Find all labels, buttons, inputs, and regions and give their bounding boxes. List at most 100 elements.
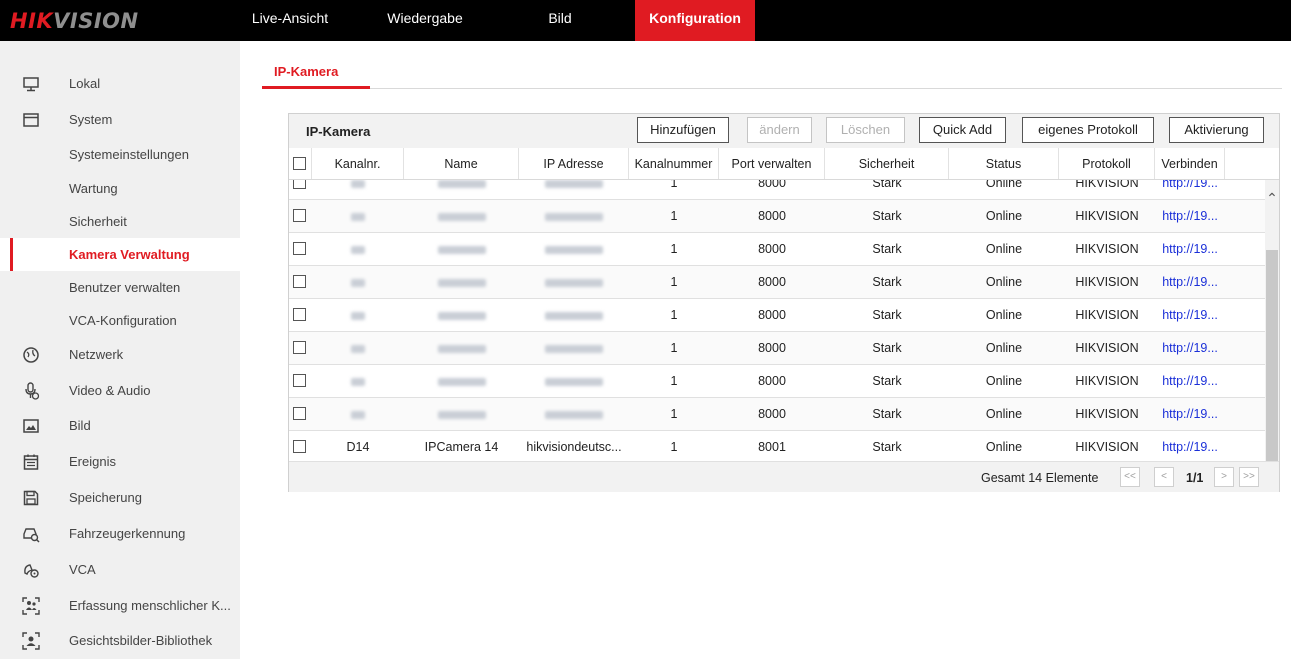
sidebar-item-vca[interactable]: VCA bbox=[0, 553, 240, 586]
sidebar-item-label: Fahrzeugerkennung bbox=[69, 526, 186, 541]
table-row[interactable]: 1 8000 Stark Online HIKVISION http://19... bbox=[289, 365, 1265, 398]
table-row[interactable]: 1 8000 Stark Online HIKVISION http://19... bbox=[289, 398, 1265, 431]
row-checkbox[interactable] bbox=[293, 242, 306, 255]
nav-live-ansicht[interactable]: Live-Ansicht bbox=[240, 0, 340, 41]
logo-red-part: HIK bbox=[10, 9, 54, 33]
sidebar-item-netzwerk[interactable]: Netzwerk bbox=[0, 338, 240, 371]
sidebar-item-sicherheit[interactable]: Sicherheit bbox=[0, 205, 240, 238]
edit-button[interactable]: ändern bbox=[747, 117, 812, 143]
row-checkbox[interactable] bbox=[293, 180, 306, 189]
cell-port: 8000 bbox=[719, 365, 825, 397]
sidebar-item-benutzer-verwalten[interactable]: Benutzer verwalten bbox=[0, 271, 240, 304]
last-page-button[interactable]: >> bbox=[1239, 467, 1259, 487]
first-page-button[interactable]: << bbox=[1120, 467, 1140, 487]
column-header-sicherheit[interactable]: Sicherheit bbox=[825, 148, 949, 179]
column-header-status[interactable]: Status bbox=[949, 148, 1059, 179]
cell-verbinden[interactable]: http://19... bbox=[1155, 266, 1225, 298]
cell-verbinden[interactable]: http://19... bbox=[1155, 398, 1225, 430]
cell-kanalnr bbox=[312, 266, 404, 298]
table-row[interactable]: 1 8000 Stark Online HIKVISION http://19... bbox=[289, 180, 1265, 200]
table-row[interactable]: 1 8000 Stark Online HIKVISION http://19... bbox=[289, 332, 1265, 365]
table-scrollbar[interactable]: ⌃ bbox=[1265, 180, 1279, 462]
sidebar-item-ereignis[interactable]: Ereignis bbox=[0, 445, 240, 478]
sidebar-item-video-audio[interactable]: Video & Audio bbox=[0, 374, 240, 407]
cell-verbinden[interactable]: http://19... bbox=[1155, 233, 1225, 265]
row-checkbox[interactable] bbox=[293, 374, 306, 387]
cell-text: 1 bbox=[670, 209, 678, 223]
redacted-value bbox=[437, 377, 486, 386]
row-select-cell bbox=[289, 299, 312, 331]
scrollbar-thumb[interactable] bbox=[1266, 250, 1278, 462]
row-checkbox[interactable] bbox=[293, 407, 306, 420]
table-row[interactable]: 1 8000 Stark Online HIKVISION http://19... bbox=[289, 200, 1265, 233]
sidebar-item-bild[interactable]: Bild bbox=[0, 409, 240, 442]
table-row[interactable]: 1 8000 Stark Online HIKVISION http://19... bbox=[289, 299, 1265, 332]
row-select-cell bbox=[289, 431, 312, 462]
quick-add-button[interactable]: Quick Add bbox=[919, 117, 1006, 143]
cell-protokoll: HIKVISION bbox=[1059, 180, 1155, 199]
column-header-ip[interactable]: IP Adresse bbox=[519, 148, 629, 179]
row-checkbox[interactable] bbox=[293, 440, 306, 453]
cell-name bbox=[404, 365, 519, 397]
tab-ip-kamera[interactable]: IP-Kamera bbox=[262, 60, 370, 89]
cell-verbinden[interactable]: http://19... bbox=[1155, 332, 1225, 364]
cell-protokoll: HIKVISION bbox=[1059, 431, 1155, 462]
cell-verbinden[interactable]: http://19... bbox=[1155, 200, 1225, 232]
cell-text: 8000 bbox=[758, 209, 786, 223]
row-checkbox[interactable] bbox=[293, 341, 306, 354]
cell-ip bbox=[519, 200, 629, 232]
cell-status: Online bbox=[949, 299, 1059, 331]
column-header-protokoll[interactable]: Protokoll bbox=[1059, 148, 1155, 179]
cell-text: Online bbox=[985, 407, 1023, 421]
cell-kanalnr bbox=[312, 200, 404, 232]
row-checkbox[interactable] bbox=[293, 275, 306, 288]
chevron-up-icon[interactable]: ⌃ bbox=[1266, 191, 1278, 205]
table-row[interactable]: D14 IPCamera 14 hikvisiondeutsc... 1 8001 Sta… bbox=[289, 431, 1265, 462]
header-select-all-cell bbox=[289, 148, 312, 179]
table-row[interactable]: 1 8000 Stark Online HIKVISION http://19... bbox=[289, 233, 1265, 266]
cell-port: 8000 bbox=[719, 233, 825, 265]
sidebar-item-system[interactable]: System bbox=[0, 103, 240, 136]
column-header-kanalnummer[interactable]: Kanalnummer bbox=[629, 148, 719, 179]
cell-ip bbox=[519, 398, 629, 430]
cell-verbinden[interactable]: http://19... bbox=[1155, 180, 1225, 199]
row-checkbox[interactable] bbox=[293, 209, 306, 222]
column-header-kanalnr[interactable]: Kanalnr. bbox=[312, 148, 404, 179]
cell-verbinden[interactable]: http://19... bbox=[1155, 365, 1225, 397]
cell-status: Online bbox=[949, 200, 1059, 232]
cell-text: 8000 bbox=[758, 341, 786, 355]
sidebar-item-systemeinstellungen[interactable]: Systemeinstellungen bbox=[0, 138, 240, 171]
row-select-cell bbox=[289, 266, 312, 298]
activation-button[interactable]: Aktivierung bbox=[1169, 117, 1264, 143]
cell-verbinden[interactable]: http://19... bbox=[1155, 431, 1225, 462]
row-select-cell bbox=[289, 180, 312, 199]
page-indicator: 1/1 bbox=[1186, 471, 1204, 485]
table-row[interactable]: 1 8000 Stark Online HIKVISION http://19... bbox=[289, 266, 1265, 299]
cell-text: Stark bbox=[872, 341, 902, 355]
cell-text: Online bbox=[985, 275, 1023, 289]
nav-konfiguration[interactable]: Konfiguration bbox=[635, 0, 755, 41]
custom-protocol-button[interactable]: eigenes Protokoll bbox=[1022, 117, 1154, 143]
add-button[interactable]: Hinzufügen bbox=[637, 117, 729, 143]
row-checkbox[interactable] bbox=[293, 308, 306, 321]
sidebar-item-wartung[interactable]: Wartung bbox=[0, 172, 240, 205]
cell-verbinden[interactable]: http://19... bbox=[1155, 299, 1225, 331]
select-all-checkbox[interactable] bbox=[293, 157, 306, 170]
column-header-port[interactable]: Port verwalten bbox=[719, 148, 825, 179]
table-footer: Gesamt 14 Elemente << < 1/1 > >> bbox=[289, 461, 1279, 492]
sidebar-item-lokal[interactable]: Lokal bbox=[0, 67, 240, 100]
next-page-button[interactable]: > bbox=[1214, 467, 1234, 487]
sidebar-item-kamera-verwaltung[interactable]: Kamera Verwaltung bbox=[0, 238, 240, 271]
sidebar-item-speicherung[interactable]: Speicherung bbox=[0, 481, 240, 514]
column-header-name[interactable]: Name bbox=[404, 148, 519, 179]
delete-button[interactable]: Löschen bbox=[826, 117, 905, 143]
column-header-verbinden[interactable]: Verbinden bbox=[1155, 148, 1225, 179]
nav-bild[interactable]: Bild bbox=[530, 0, 590, 41]
cell-sicherheit: Stark bbox=[825, 431, 949, 462]
prev-page-button[interactable]: < bbox=[1154, 467, 1174, 487]
nav-wiedergabe[interactable]: Wiedergabe bbox=[380, 0, 470, 41]
sidebar-item-fahrzeugerkennung[interactable]: Fahrzeugerkennung bbox=[0, 517, 240, 550]
sidebar-item-vca-konfiguration[interactable]: VCA-Konfiguration bbox=[0, 304, 240, 337]
sidebar-item-gesichtsbilder-bibliothek[interactable]: Gesichtsbilder-Bibliothek bbox=[0, 624, 240, 657]
sidebar-item-erfassung-menschlicher-koerper[interactable]: Erfassung menschlicher K... bbox=[0, 589, 240, 622]
